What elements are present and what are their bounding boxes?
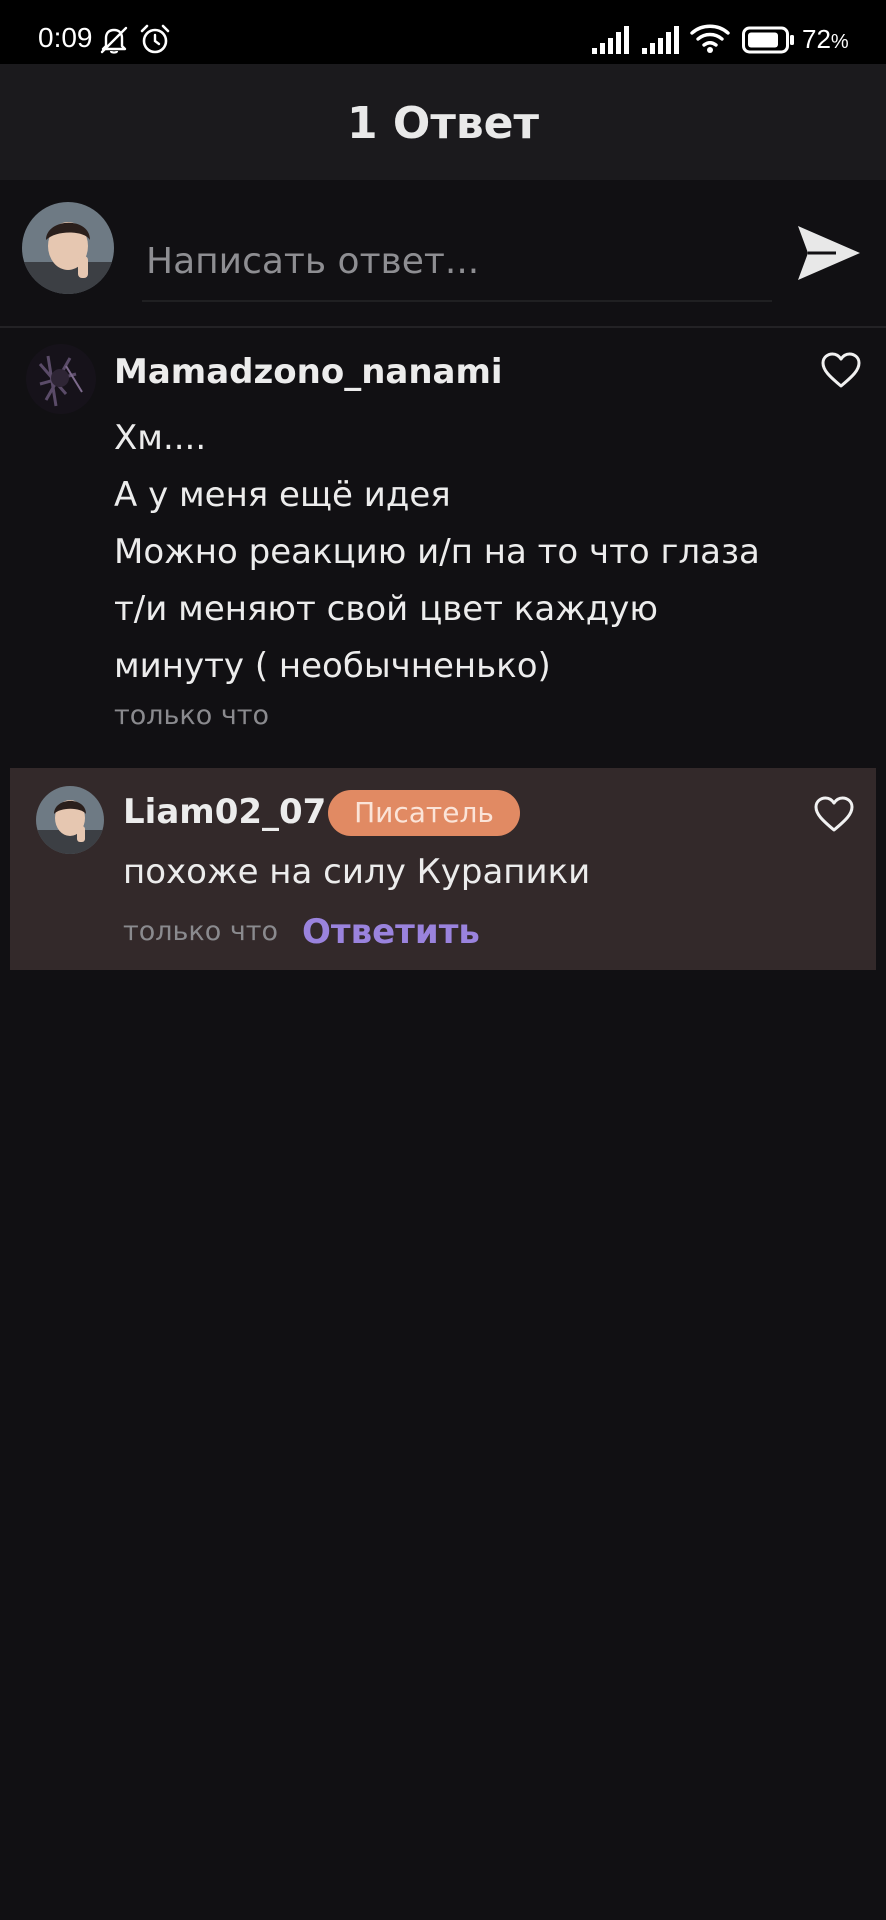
comment-line: Хм.... — [114, 418, 207, 458]
battery-percentage: 72% — [802, 24, 849, 54]
comment-time: только что — [114, 700, 270, 731]
signal-icon-sim1 — [592, 26, 629, 54]
divider — [0, 326, 886, 328]
writer-badge: Писатель — [328, 790, 520, 836]
status-time: 0:09 — [38, 22, 93, 53]
reply-composer — [0, 180, 886, 328]
comment-text: Хм.... А у меня ещё идея Можно реакцию и… — [114, 410, 794, 695]
battery-icon — [742, 26, 794, 54]
comment: Mamadzono_nanami Хм.... А у меня ещё иде… — [0, 330, 886, 760]
page-title: 1 Ответ — [346, 98, 540, 149]
header: 1 Ответ — [0, 64, 886, 180]
send-icon[interactable] — [796, 220, 862, 286]
heart-icon[interactable] — [821, 352, 861, 390]
reply-time: только что — [123, 916, 279, 947]
wifi-icon — [690, 24, 730, 53]
comment-author[interactable]: Mamadzono_nanami — [114, 352, 503, 392]
reply-button[interactable]: Ответить — [302, 912, 480, 952]
muted-bell-icon — [100, 26, 128, 54]
reply-input[interactable] — [142, 222, 772, 302]
comment-line: Можно реакцию и/п на то что глаза — [114, 532, 760, 572]
comment-line: т/и меняют свой цвет каждую — [114, 589, 659, 629]
heart-icon[interactable] — [814, 796, 854, 834]
current-user-avatar[interactable] — [22, 202, 114, 294]
signal-icon-sim2 — [642, 26, 679, 54]
reply: Liam02_07 Писатель похоже на силу Курапи… — [10, 768, 876, 970]
reply-text: похоже на силу Курапики — [123, 852, 591, 892]
avatar[interactable] — [36, 786, 104, 854]
comment-line: минуту ( необычненько) — [114, 646, 551, 686]
alarm-icon — [140, 24, 170, 54]
reply-author[interactable]: Liam02_07 — [123, 792, 326, 832]
avatar[interactable] — [26, 344, 96, 414]
comment-line: А у меня ещё идея — [114, 475, 451, 515]
status-bar: 0:09 72% — [0, 0, 886, 64]
